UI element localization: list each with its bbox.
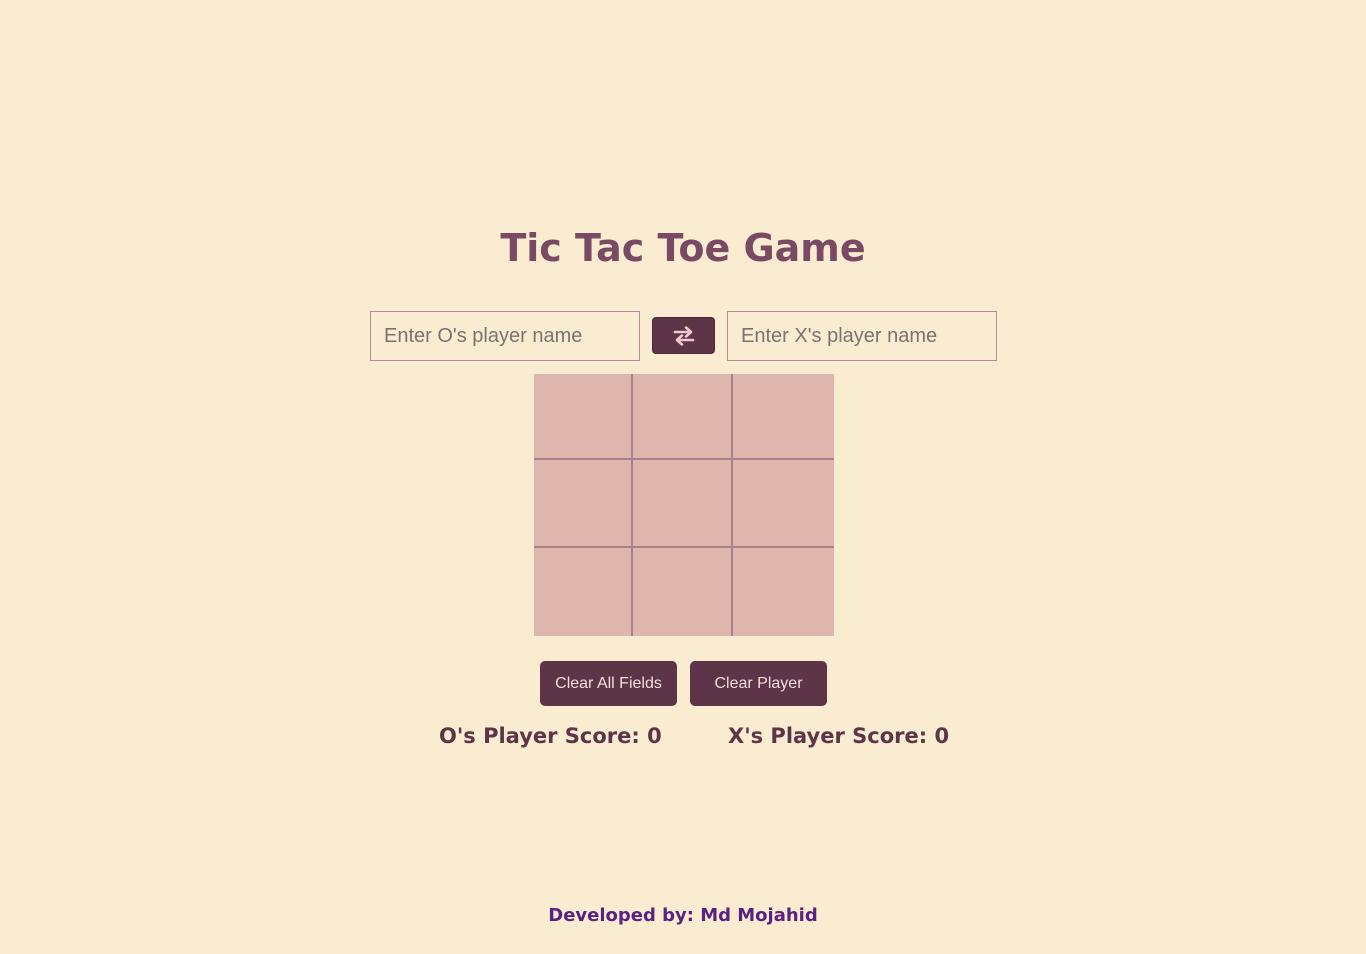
board-cell-6[interactable] — [733, 460, 834, 548]
board-cell-7[interactable] — [534, 548, 633, 636]
o-player-name-input[interactable] — [370, 311, 640, 361]
board-cell-3[interactable] — [733, 374, 834, 460]
swap-players-button[interactable] — [652, 317, 715, 354]
game-board — [534, 374, 834, 636]
board-cell-4[interactable] — [534, 460, 633, 548]
o-player-score: O's Player Score: 0 — [439, 724, 662, 748]
board-cell-5[interactable] — [633, 460, 733, 548]
board-cell-9[interactable] — [733, 548, 834, 636]
board-cell-1[interactable] — [534, 374, 633, 460]
page-title: Tic Tac Toe Game — [500, 226, 866, 270]
x-player-name-input[interactable] — [727, 311, 997, 361]
x-player-score: X's Player Score: 0 — [728, 724, 950, 748]
developer-credit: Developed by: Md Mojahid — [548, 905, 818, 926]
board-cell-8[interactable] — [633, 548, 733, 636]
clear-player-button[interactable]: Clear Player — [690, 661, 827, 706]
swap-arrows-icon — [673, 325, 694, 346]
clear-all-fields-button[interactable]: Clear All Fields — [540, 661, 677, 706]
board-cell-2[interactable] — [633, 374, 733, 460]
